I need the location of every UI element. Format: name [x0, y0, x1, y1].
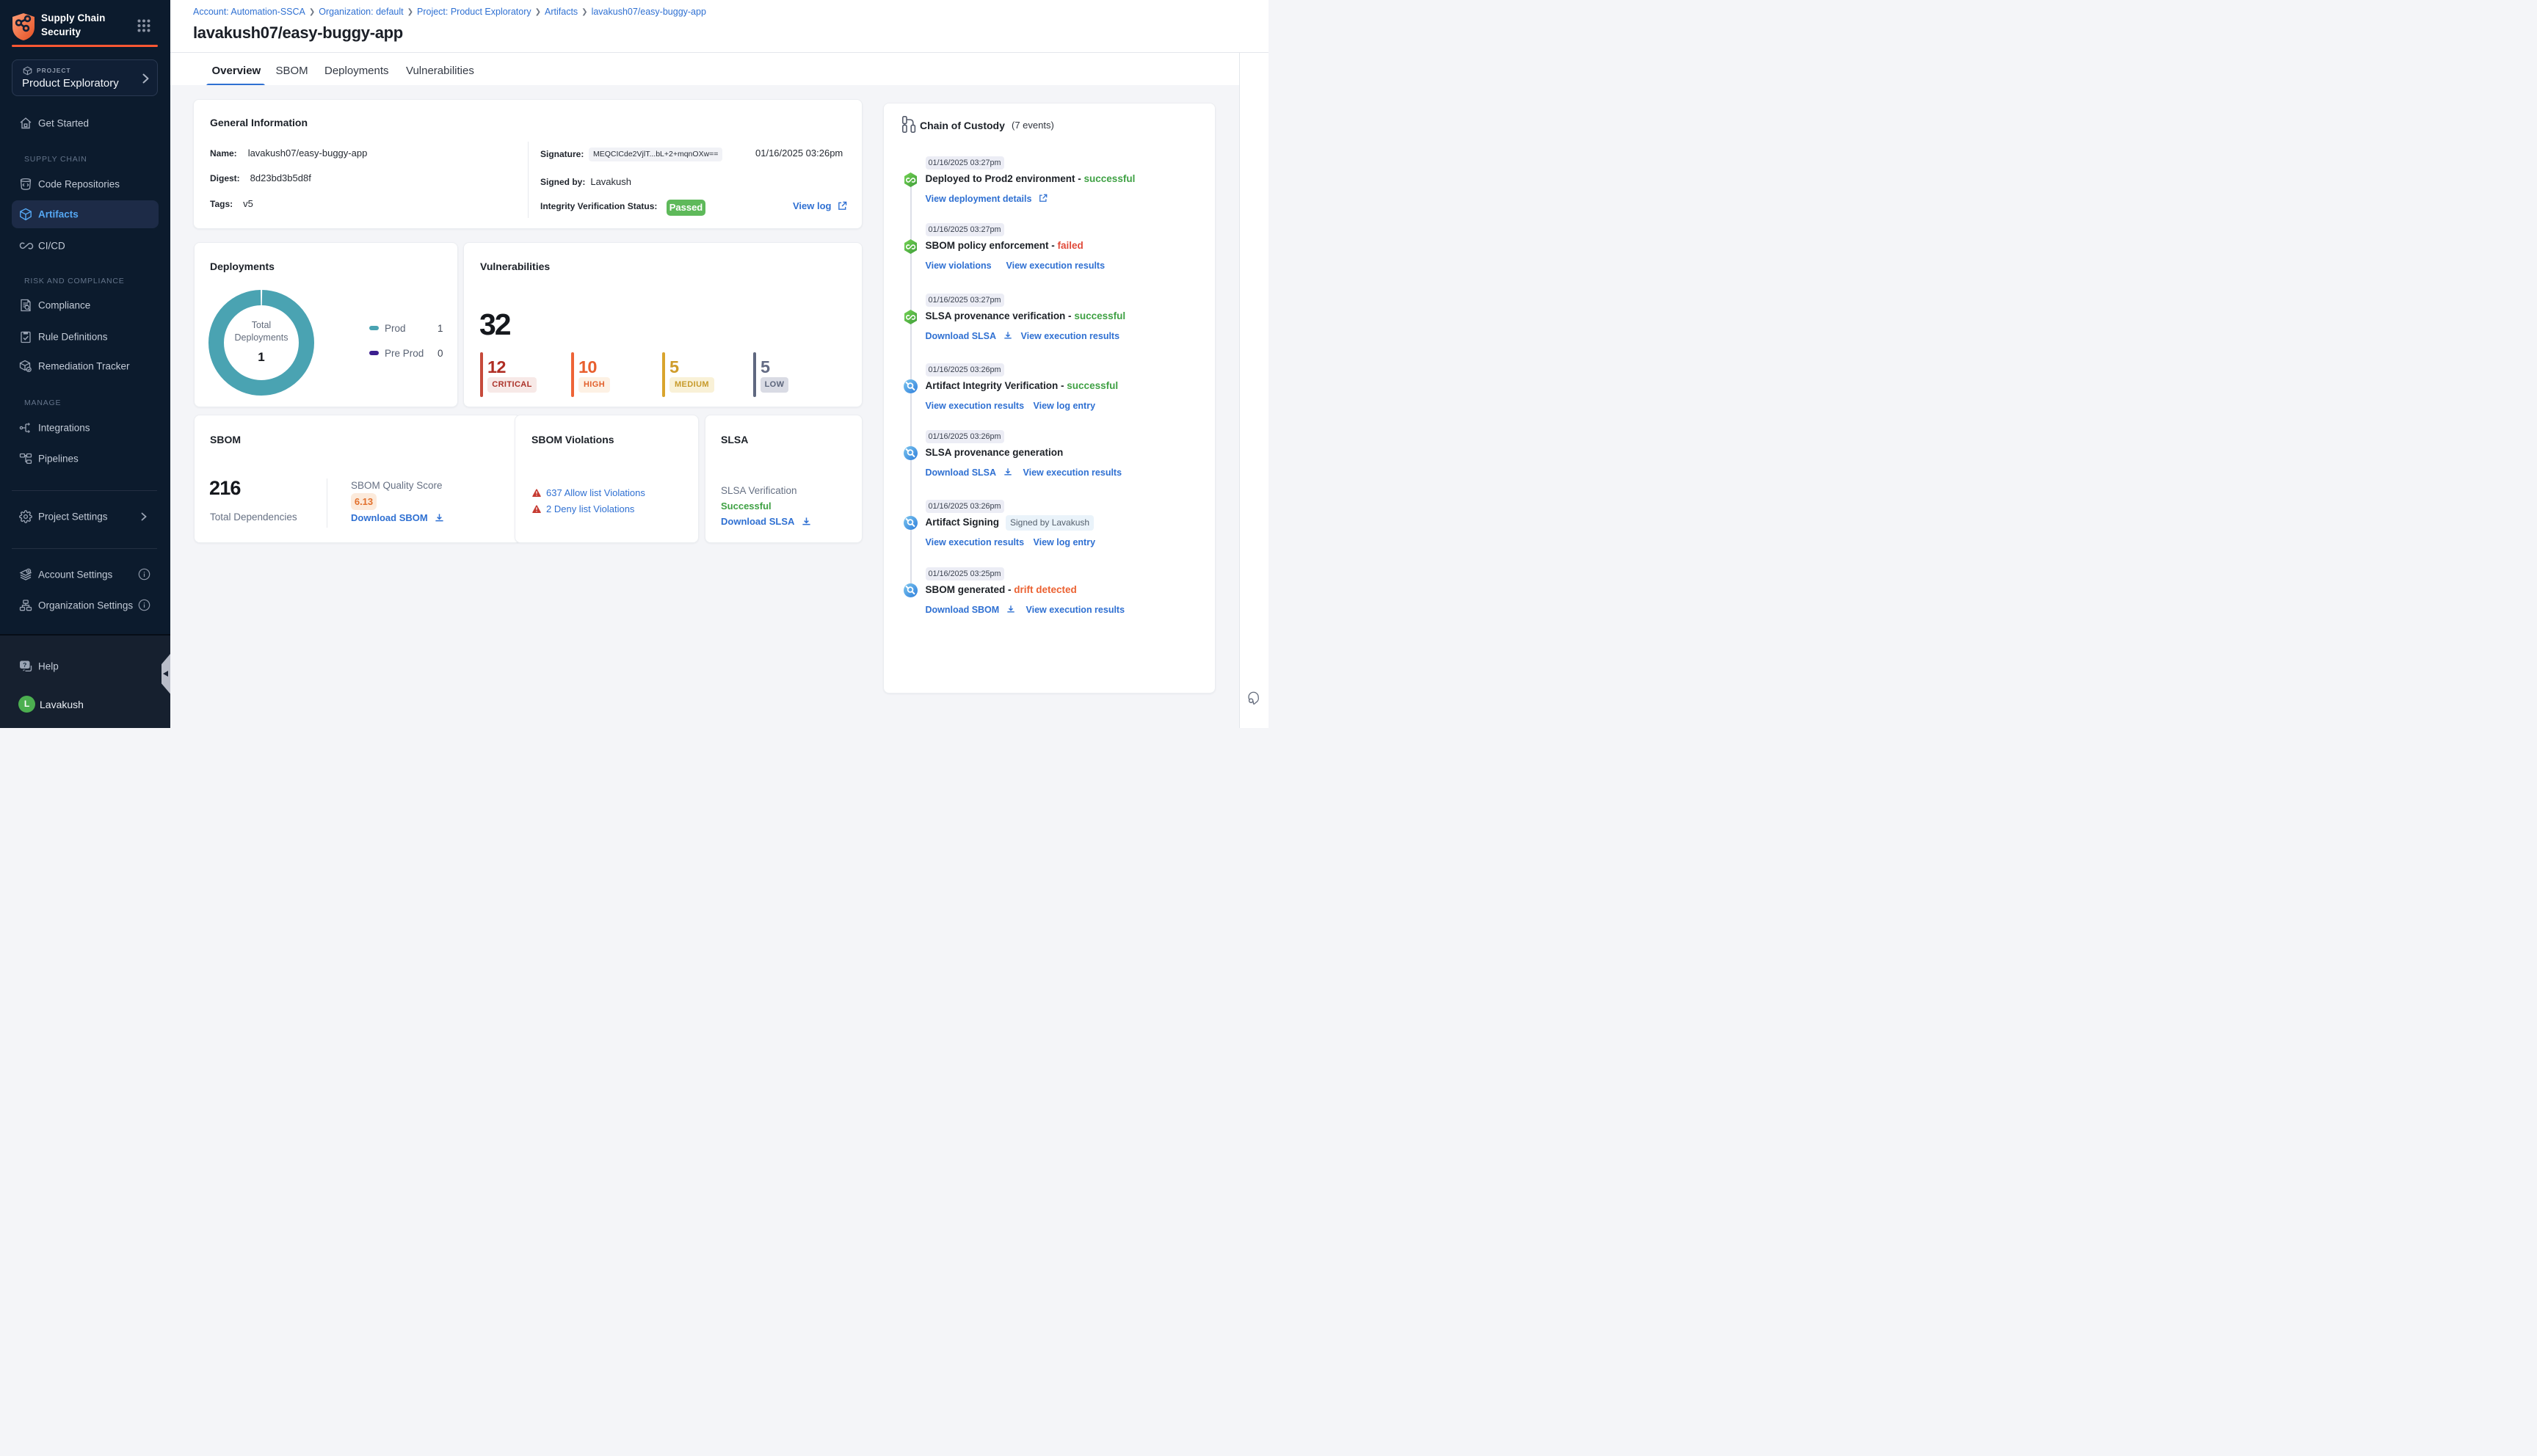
svg-text:?: ? [23, 661, 26, 669]
